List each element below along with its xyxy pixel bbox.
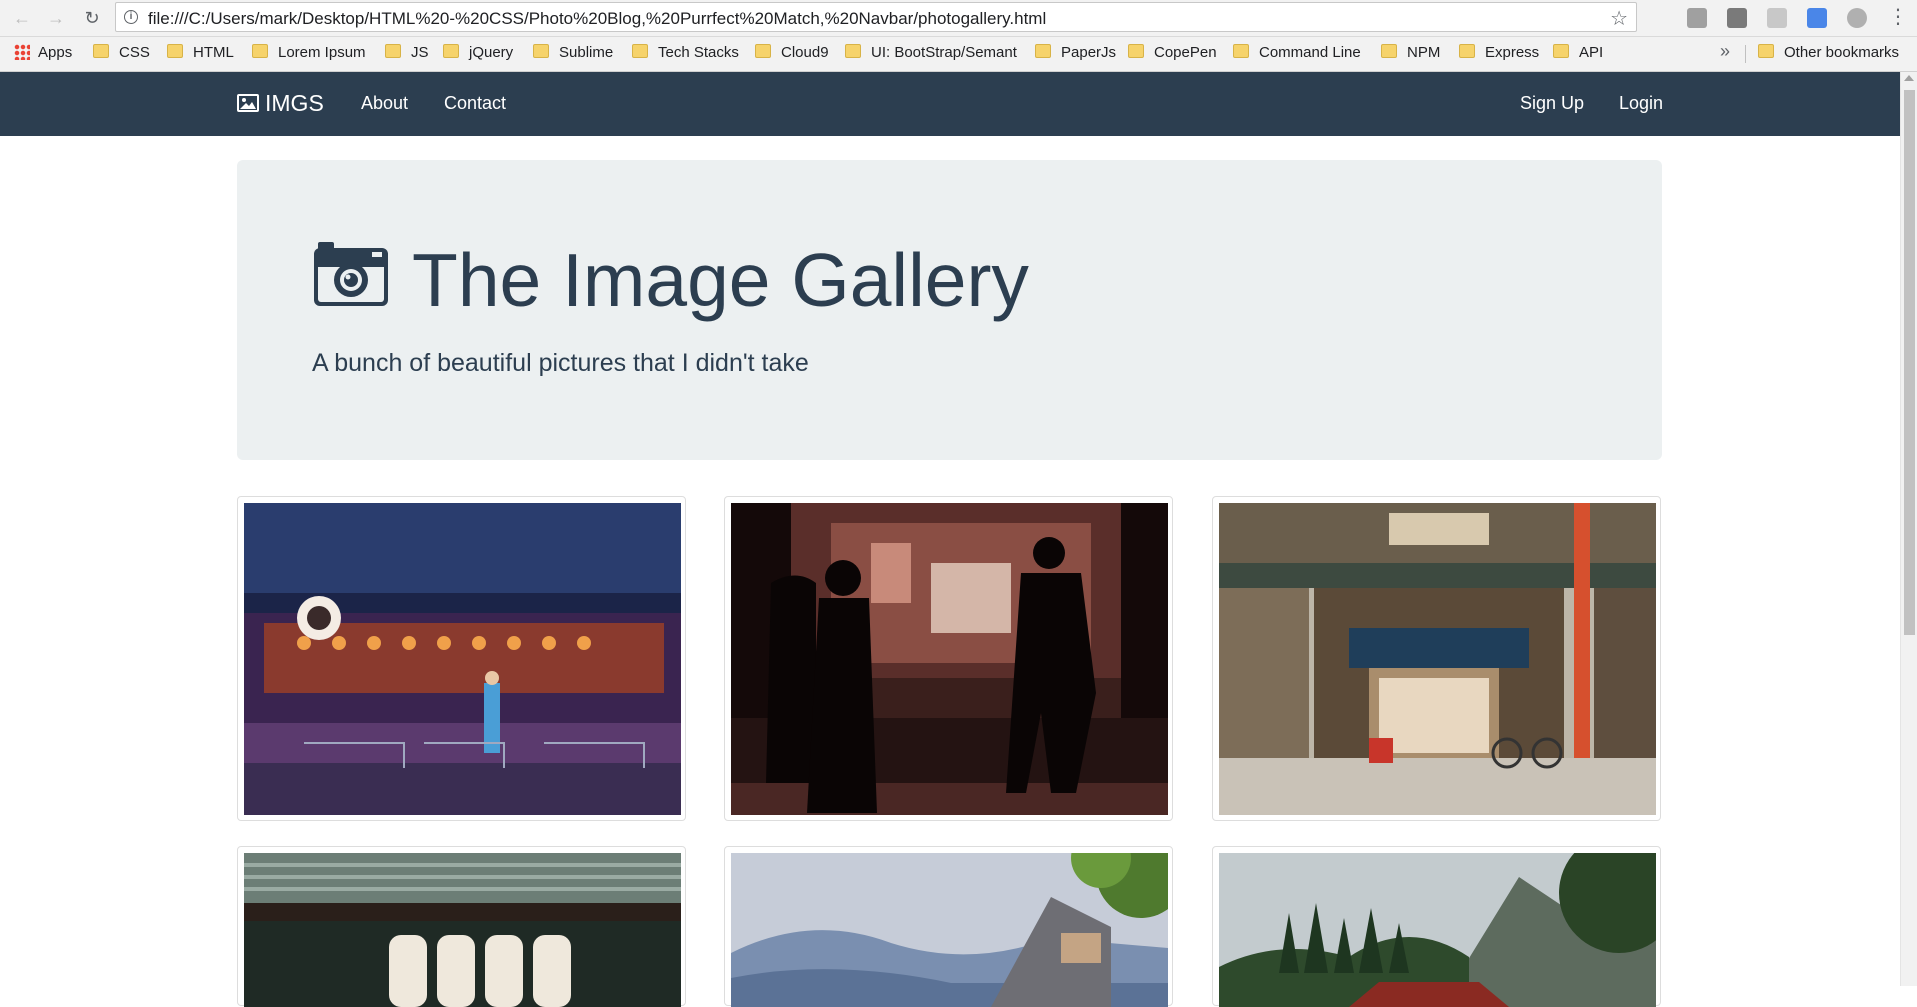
folder-icon xyxy=(755,44,771,58)
nav-contact[interactable]: Contact xyxy=(444,93,506,114)
gallery-thumbnail[interactable] xyxy=(1212,846,1661,1007)
folder-icon xyxy=(1381,44,1397,58)
folder-icon xyxy=(1758,44,1774,58)
bookmark-item[interactable]: jQuery xyxy=(443,44,513,61)
nav-login[interactable]: Login xyxy=(1619,93,1663,114)
address-bar[interactable]: i file:///C:/Users/mark/Desktop/HTML%20-… xyxy=(115,2,1637,32)
back-icon[interactable]: ← xyxy=(10,6,34,30)
bookmark-apps[interactable]: Apps xyxy=(14,44,72,61)
bookmark-item[interactable]: Lorem Ipsum xyxy=(252,44,366,61)
folder-icon xyxy=(93,44,109,58)
bookmark-item[interactable]: Cloud9 xyxy=(755,44,829,61)
gallery-thumbnail[interactable] xyxy=(237,846,686,1007)
forward-icon[interactable]: → xyxy=(44,6,68,30)
site-navbar: IMGS About Contact Sign Up Login xyxy=(0,72,1900,136)
bookmark-item[interactable]: Tech Stacks xyxy=(632,44,739,61)
picture-icon xyxy=(237,94,259,112)
title-text: The Image Gallery xyxy=(412,238,1029,322)
nav-about[interactable]: About xyxy=(361,93,408,114)
page-scrollbar[interactable] xyxy=(1900,72,1917,986)
bookmark-item[interactable]: CSS xyxy=(93,44,150,61)
folder-icon xyxy=(1233,44,1249,58)
bookmark-item[interactable]: NPM xyxy=(1381,44,1440,61)
gallery-thumbnail[interactable] xyxy=(724,496,1173,821)
folder-icon xyxy=(385,44,401,58)
bookmark-item[interactable]: API xyxy=(1553,44,1603,61)
gallery-thumbnail[interactable] xyxy=(237,496,686,821)
folder-icon xyxy=(845,44,861,58)
folder-icon xyxy=(252,44,268,58)
folder-icon xyxy=(443,44,459,58)
bookmark-item[interactable]: Express xyxy=(1459,44,1539,61)
extension-icon[interactable] xyxy=(1807,8,1827,28)
jumbotron: The Image Gallery A bunch of beautiful p… xyxy=(237,160,1662,460)
folder-icon xyxy=(533,44,549,58)
apps-grid-icon xyxy=(14,44,30,60)
browser-toolbar: ← → ↻ i file:///C:/Users/mark/Desktop/HT… xyxy=(0,0,1917,37)
scroll-up-icon[interactable] xyxy=(1904,75,1914,81)
extension-icon[interactable] xyxy=(1687,8,1707,28)
photo-image[interactable] xyxy=(1219,853,1656,1007)
url-text[interactable]: file:///C:/Users/mark/Desktop/HTML%20-%2… xyxy=(148,9,1046,29)
gallery-thumbnail[interactable] xyxy=(1212,496,1661,821)
page-subtitle: A bunch of beautiful pictures that I did… xyxy=(312,349,809,377)
extension-icon[interactable] xyxy=(1847,8,1867,28)
extension-icon[interactable] xyxy=(1727,8,1747,28)
folder-icon xyxy=(167,44,183,58)
bookmarks-bar: Apps CSS HTML Lorem Ipsum JS jQuery Subl… xyxy=(0,37,1917,72)
bookmark-star-icon[interactable]: ☆ xyxy=(1610,6,1628,31)
extension-icon[interactable] xyxy=(1767,8,1787,28)
brand-label: IMGS xyxy=(265,90,324,116)
photo-image[interactable] xyxy=(244,853,681,1007)
reload-icon[interactable]: ↻ xyxy=(80,6,104,30)
camera-icon xyxy=(312,240,390,308)
more-bookmarks-chevron-icon[interactable]: » xyxy=(1720,41,1730,62)
bookmark-item[interactable]: JS xyxy=(385,44,429,61)
folder-icon xyxy=(1459,44,1475,58)
bookmark-item[interactable]: Sublime xyxy=(533,44,613,61)
folder-icon xyxy=(1035,44,1051,58)
photo-image[interactable] xyxy=(731,503,1168,815)
gallery-thumbnail[interactable] xyxy=(724,846,1173,1007)
photo-image[interactable] xyxy=(244,503,681,815)
other-bookmarks[interactable]: Other bookmarks xyxy=(1758,44,1899,61)
folder-icon xyxy=(1128,44,1144,58)
bookmark-item[interactable]: UI: BootStrap/Semant xyxy=(845,44,1020,61)
folder-icon xyxy=(1553,44,1569,58)
nav-sign-up[interactable]: Sign Up xyxy=(1520,93,1584,114)
scrollbar-thumb[interactable] xyxy=(1904,90,1915,635)
bookmark-item[interactable]: HTML xyxy=(167,44,234,61)
browser-menu-icon[interactable]: ⋮ xyxy=(1888,4,1908,30)
photo-image[interactable] xyxy=(731,853,1168,1007)
page-title: The Image Gallery xyxy=(312,240,1029,318)
bookmarks-divider xyxy=(1745,45,1746,63)
bookmark-item[interactable]: CopePen xyxy=(1128,44,1217,61)
bookmark-item[interactable]: PaperJs xyxy=(1035,44,1116,61)
folder-icon xyxy=(632,44,648,58)
brand-link[interactable]: IMGS xyxy=(237,90,324,117)
photo-image[interactable] xyxy=(1219,503,1656,815)
info-icon[interactable]: i xyxy=(124,10,138,24)
bookmark-item[interactable]: Command Line xyxy=(1233,44,1361,61)
